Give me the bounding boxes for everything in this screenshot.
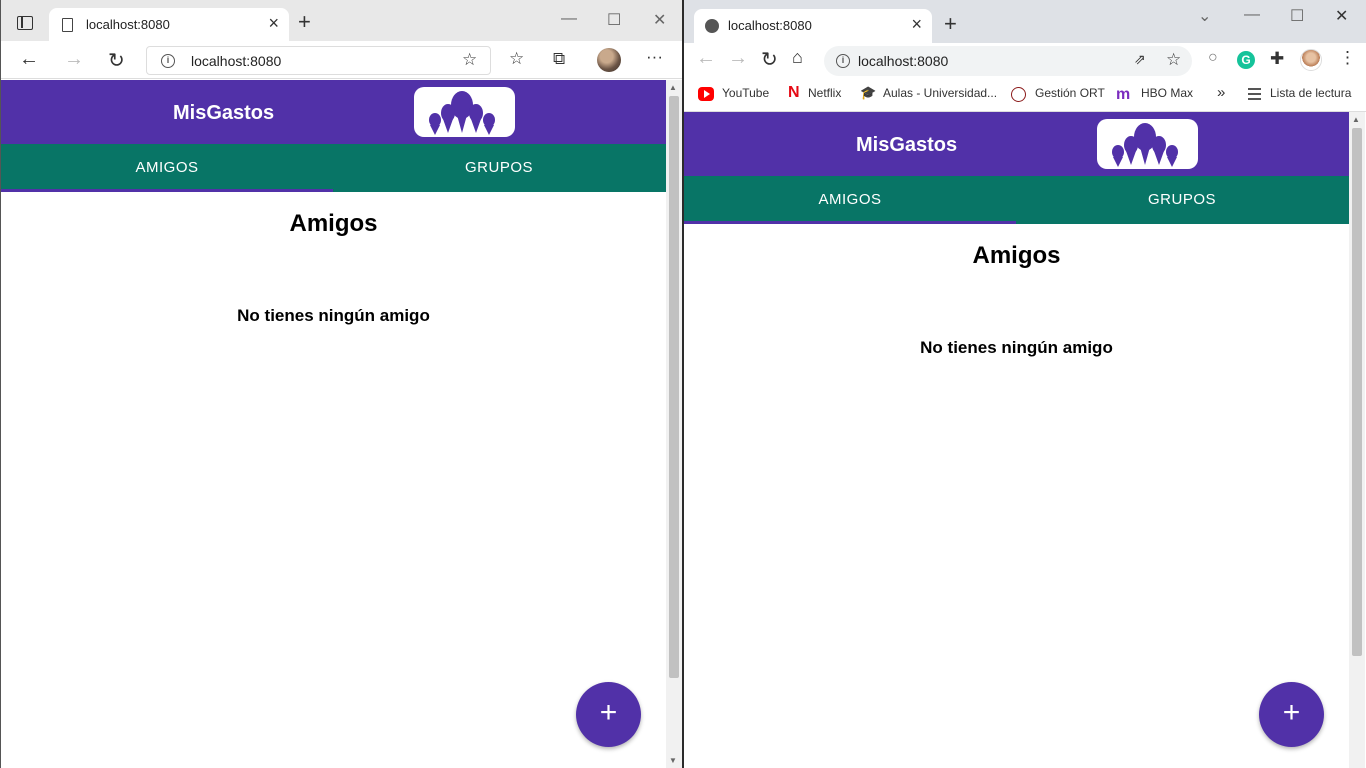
refresh-button[interactable]: ↻ — [108, 48, 125, 73]
vertical-scrollbar[interactable]: ▲ — [1349, 112, 1365, 768]
app-logo — [1097, 119, 1198, 169]
app-header: MisGastos — [684, 112, 1349, 176]
chrome-toolbar: ← → ↻ ⌂ i localhost:8080 ⇗ ☆ ○ G ✚ ⋮ — [684, 43, 1366, 79]
tab-title: localhost:8080 — [86, 17, 170, 32]
grammarly-icon[interactable]: G — [1237, 51, 1255, 69]
tab-bar: AMIGOS GRUPOS — [1, 144, 666, 192]
reading-list-button[interactable]: Lista de lectura — [1270, 86, 1351, 100]
app-title: MisGastos — [173, 102, 275, 124]
netflix-icon: N — [788, 84, 800, 101]
refresh-button[interactable]: ↻ — [761, 47, 778, 72]
scrollbar-thumb[interactable] — [1352, 128, 1362, 656]
minimize-button[interactable]: — — [1244, 6, 1260, 24]
address-bar[interactable]: i localhost:8080 ⇗ ☆ — [824, 46, 1192, 76]
active-tab-indicator — [684, 221, 1016, 224]
back-button[interactable]: ← — [19, 48, 39, 71]
tab-title: localhost:8080 — [728, 18, 812, 33]
close-tab-icon[interactable]: × — [911, 14, 922, 35]
add-friend-button[interactable]: + — [576, 682, 641, 747]
bookmark-star-icon[interactable]: ☆ — [1166, 50, 1181, 70]
tab-bar: AMIGOS GRUPOS — [684, 176, 1349, 224]
info-icon[interactable]: i — [836, 54, 850, 68]
scroll-up-arrow-icon[interactable]: ▲ — [669, 83, 677, 92]
extensions-puzzle-icon[interactable]: ✚ — [1270, 49, 1284, 69]
maximize-button[interactable]: ☐ — [1290, 6, 1304, 26]
graduation-cap-icon: 🎓 — [860, 85, 877, 100]
people-logo-icon — [429, 91, 495, 135]
chrome-tab-bar: localhost:8080 × + ⌄ — ☐ ✕ — [684, 0, 1366, 43]
page-heading: Amigos — [972, 242, 1061, 269]
add-friend-button[interactable]: + — [1259, 682, 1324, 747]
edge-tab-active[interactable]: localhost:8080 × — [49, 8, 289, 41]
home-button[interactable]: ⌂ — [792, 47, 803, 68]
extension-circle-icon[interactable]: ○ — [1208, 49, 1218, 67]
edge-toolbar: ← → ↻ i localhost:8080 ☆ ☆ ⧉ ··· — [1, 41, 682, 79]
share-icon[interactable]: ⇗ — [1134, 51, 1146, 68]
edge-tab-bar: localhost:8080 × + — ☐ ✕ — [1, 0, 682, 41]
people-logo-icon — [1112, 123, 1178, 167]
profile-avatar[interactable] — [1300, 49, 1322, 71]
add-favorite-icon[interactable]: ☆ — [462, 50, 477, 70]
back-button[interactable]: ← — [696, 47, 716, 70]
empty-state-message: No tienes ningún amigo — [920, 338, 1113, 357]
app-header: MisGastos — [1, 80, 666, 144]
more-menu-icon[interactable]: ⋮ — [1339, 48, 1356, 68]
more-menu-icon[interactable]: ··· — [646, 47, 663, 67]
youtube-icon — [698, 87, 714, 101]
minimize-button[interactable]: — — [561, 10, 577, 28]
forward-button[interactable]: → — [64, 48, 84, 71]
empty-state-message: No tienes ningún amigo — [237, 306, 430, 325]
chrome-browser-window: localhost:8080 × + ⌄ — ☐ ✕ ← → ↻ ⌂ i loc… — [684, 0, 1366, 768]
info-icon[interactable]: i — [161, 54, 175, 68]
profile-avatar[interactable] — [597, 48, 621, 72]
edge-browser-window: localhost:8080 × + — ☐ ✕ ← → ↻ i localho… — [0, 0, 682, 768]
url-text: localhost:8080 — [858, 53, 949, 69]
app-title: MisGastos — [856, 134, 958, 156]
bookmark-youtube[interactable]: YouTube — [722, 86, 769, 100]
close-window-button[interactable]: ✕ — [653, 10, 666, 30]
collections-icon[interactable]: ⧉ — [553, 49, 565, 69]
scroll-up-arrow-icon[interactable]: ▲ — [1352, 115, 1360, 124]
tab-grupos[interactable]: GRUPOS — [333, 144, 665, 192]
bookmark-netflix[interactable]: Netflix — [808, 86, 841, 100]
close-tab-icon[interactable]: × — [268, 13, 279, 34]
globe-icon — [705, 19, 719, 33]
bookmark-hbo-max[interactable]: HBO Max — [1141, 86, 1193, 100]
bookmarks-overflow-button[interactable]: » — [1217, 84, 1225, 101]
forward-button[interactable]: → — [728, 47, 748, 70]
chrome-tab-active[interactable]: localhost:8080 × — [694, 9, 932, 43]
tab-grupos[interactable]: GRUPOS — [1016, 176, 1348, 224]
new-tab-button[interactable]: + — [944, 11, 957, 37]
bookmark-gestion-ort[interactable]: Gestión ORT — [1035, 86, 1105, 100]
tab-amigos[interactable]: AMIGOS — [684, 176, 1016, 224]
tab-actions-icon[interactable] — [17, 16, 33, 30]
scroll-down-arrow-icon[interactable]: ▼ — [669, 756, 677, 765]
page-viewport: MisGastos AMIGOS GRUPOS Amigos No tienes… — [1, 80, 666, 768]
page-icon — [62, 18, 73, 32]
tab-search-button[interactable]: ⌄ — [1198, 6, 1211, 26]
url-text: localhost:8080 — [191, 53, 282, 69]
reading-list-icon — [1248, 88, 1261, 100]
globe-icon — [1011, 87, 1026, 102]
active-tab-indicator — [1, 189, 333, 192]
vertical-scrollbar[interactable]: ▲ ▼ — [666, 80, 682, 768]
app-logo — [414, 87, 515, 137]
favorites-icon[interactable]: ☆ — [509, 49, 524, 69]
bookmarks-bar: YouTube N Netflix 🎓 Aulas - Universidad.… — [684, 79, 1366, 112]
page-heading: Amigos — [289, 210, 378, 237]
maximize-button[interactable]: ☐ — [607, 10, 621, 30]
address-bar[interactable]: i localhost:8080 ☆ — [146, 46, 491, 75]
bookmark-aulas[interactable]: Aulas - Universidad... — [883, 86, 997, 100]
hbo-icon: m — [1116, 86, 1131, 103]
new-tab-button[interactable]: + — [298, 9, 311, 35]
page-viewport: MisGastos AMIGOS GRUPOS Amigos No tienes… — [684, 112, 1349, 768]
close-window-button[interactable]: ✕ — [1335, 6, 1348, 26]
scrollbar-thumb[interactable] — [669, 96, 679, 678]
tab-amigos[interactable]: AMIGOS — [1, 144, 333, 192]
